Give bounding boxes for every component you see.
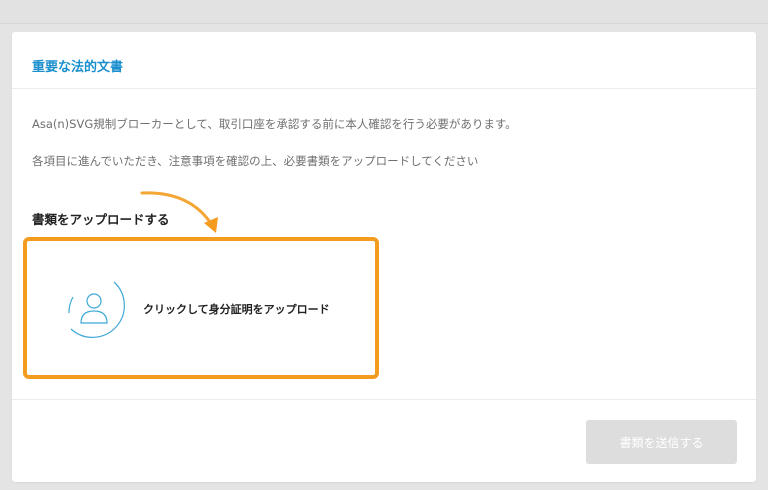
pointer-arrow-icon [140,191,218,233]
upload-id-button[interactable]: クリックして身分証明をアップロード [23,237,379,379]
title-divider [12,88,756,89]
intro-paragraph: Asa(n)SVG規制ブローカーとして、取引口座を承認する前に本人確認を行う必要… [32,117,517,131]
upload-label: クリックして身分証明をアップロード [143,303,330,316]
instruction-paragraph: 各項目に進んでいただき、注意事項を確認の上、必要書類をアップロードしてください [32,154,479,168]
card-title: 重要な法的文書 [32,60,124,75]
user-avatar-icon [68,281,125,338]
footer-divider [12,399,756,400]
submit-documents-button[interactable]: 書類を送信する [586,420,737,464]
top-bar [0,0,768,24]
legal-documents-card: 重要な法的文書 Asa(n)SVG規制ブローカーとして、取引口座を承認する前に本… [12,32,756,482]
